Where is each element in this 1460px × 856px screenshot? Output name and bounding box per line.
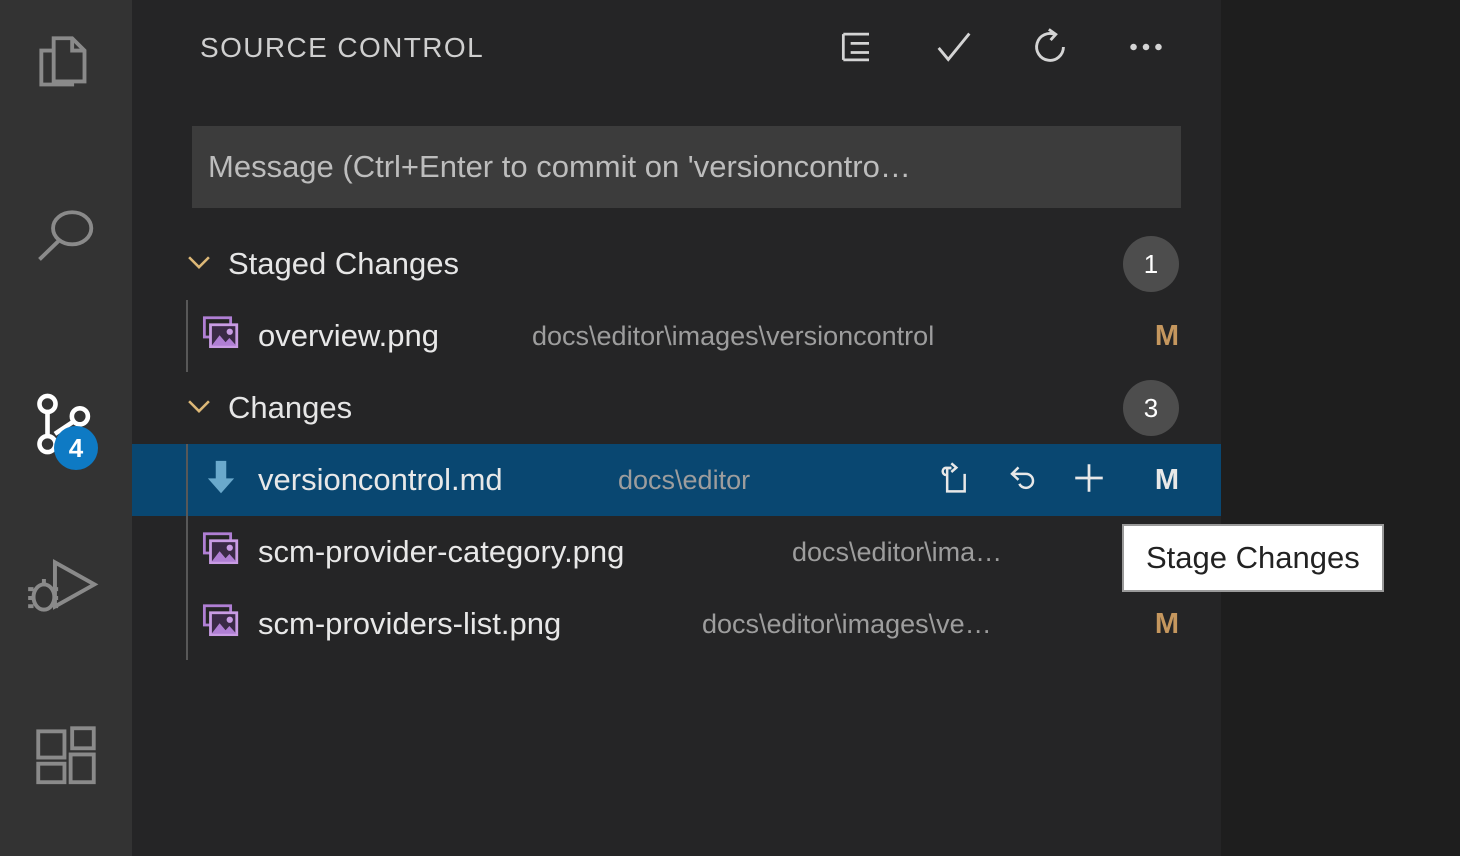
group-count-badge: 1 [1123,236,1179,292]
activity-item-run-and-debug[interactable] [0,520,132,652]
file-path: docs\editor\images\ve… [702,608,992,639]
indent-guide [186,516,188,588]
group-header-staged-changes[interactable]: Staged Changes 1 [132,228,1221,300]
status-badge: M [1154,607,1179,640]
activity-item-extensions[interactable] [0,690,132,822]
files-icon [29,29,103,103]
group-count-badge: 3 [1123,380,1179,436]
row-action-group [931,455,1111,505]
commit-message-placeholder: Message (Ctrl+Enter to commit on 'versio… [208,149,911,184]
chevron-down-icon [182,389,216,428]
indent-guide [186,588,188,660]
activity-item-search[interactable] [0,170,132,302]
chevron-down-icon [182,245,216,284]
indent-guide [186,444,188,516]
source-control-panel: SOURCE CONTROL Message (Ctrl+Enter to co… [132,0,1221,856]
activity-item-source-control[interactable]: 4 [0,358,132,490]
commit-message-input[interactable]: Message (Ctrl+Enter to commit on 'versio… [192,126,1181,208]
discard-changes-button[interactable] [999,455,1043,505]
page-title: SOURCE CONTROL [200,32,485,63]
run-and-debug-icon [25,545,107,627]
file-name: overview.png [258,318,439,353]
file-path: docs\editor [618,464,751,495]
status-badge: M [1154,319,1179,352]
activity-item-explorer[interactable] [0,0,132,132]
discard-icon [1001,458,1041,503]
open-file-icon [933,458,973,503]
list-flat-icon [836,25,880,74]
group-label: Staged Changes [228,246,459,281]
plus-icon [1067,456,1111,505]
tooltip: Stage Changes [1122,524,1384,592]
image-file-icon [200,601,242,648]
stage-changes-button[interactable] [1067,455,1111,505]
open-file-button[interactable] [931,455,975,505]
file-name: scm-providers-list.png [258,606,562,641]
more-actions-button[interactable] [1119,18,1173,80]
vscode-window: 4 SOURCE CONTROL Message (Ctrl+Enter to … [0,0,1460,856]
file-path: docs\editor\images\versioncontrol [532,320,935,351]
commit-button[interactable] [927,18,981,80]
file-name: scm-provider-category.png [258,534,625,569]
extensions-icon [29,719,103,793]
view-as-list-button[interactable] [831,18,885,80]
panel-header-actions [831,18,1173,80]
image-file-icon [200,313,242,360]
group-label: Changes [228,390,353,425]
file-path: docs\editor\ima… [792,536,1003,567]
list-item[interactable]: scm-providers-list.png docs\editor\image… [132,588,1221,660]
scm-resource-tree: Staged Changes 1 overview.png docs\edito… [132,228,1221,660]
refresh-icon [1027,24,1073,75]
check-icon [931,24,977,75]
ellipsis-icon [1123,24,1169,75]
file-name: versioncontrol.md [258,462,503,497]
refresh-button[interactable] [1023,18,1077,80]
list-item[interactable]: versioncontrol.md docs\editor M [132,444,1221,516]
search-icon [29,199,103,273]
status-badge: M [1154,463,1179,496]
image-file-icon [200,529,242,576]
group-header-changes[interactable]: Changes 3 [132,372,1221,444]
indent-guide [186,300,188,372]
list-item[interactable]: scm-provider-category.png docs\editor\im… [132,516,1221,588]
list-item[interactable]: overview.png docs\editor\images\versionc… [132,300,1221,372]
markdown-file-icon [200,457,242,504]
activity-bar: 4 [0,0,132,856]
source-control-badge: 4 [54,426,98,470]
panel-header: SOURCE CONTROL [132,0,1221,104]
